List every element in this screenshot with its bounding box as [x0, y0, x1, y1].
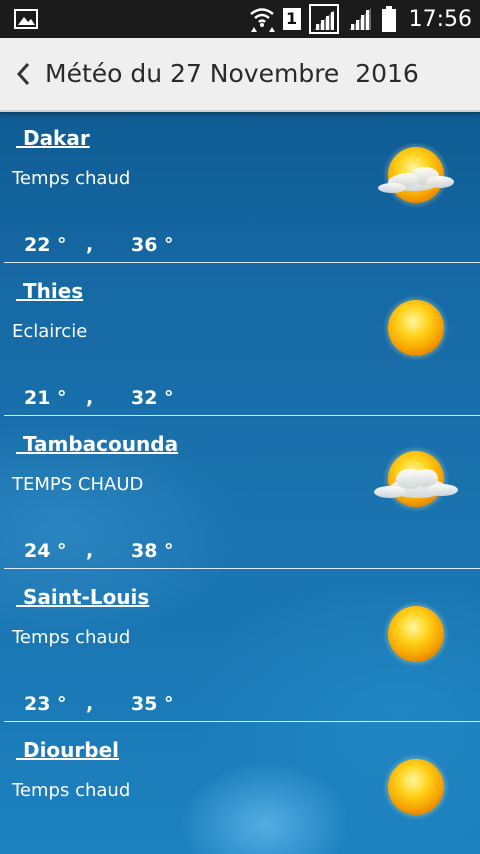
sun-icon	[383, 601, 449, 667]
temp-separator: ,	[86, 234, 94, 256]
weather-description: Temps chaud	[12, 627, 131, 648]
temp-min: 21 °	[24, 387, 67, 409]
temp-separator: ,	[86, 693, 94, 715]
picture-icon	[14, 9, 38, 29]
status-icons: 1 17:56	[249, 0, 472, 38]
sim-icon: 1	[282, 8, 301, 30]
temp-min: 24 °	[24, 540, 67, 562]
temp-min: 23 °	[24, 693, 67, 715]
list-item[interactable]: Saint-Louis Temps chaud 23 ° , 35 °	[0, 569, 480, 722]
status-time: 17:56	[408, 6, 472, 32]
city-name[interactable]: Diourbel	[16, 738, 119, 762]
forecast-list[interactable]: Dakar Temps chaud 22 ° , 36 ° Thies Ecla…	[0, 110, 480, 854]
back-button[interactable]	[8, 52, 38, 96]
sun-icon	[383, 295, 449, 361]
temp-max: 35 °	[131, 693, 174, 715]
list-item[interactable]: Thies Eclaircie 21 ° , 32 °	[0, 263, 480, 416]
action-bar: Météo du 27 Novembre 2016	[0, 38, 480, 112]
weather-description: Eclaircie	[12, 321, 88, 342]
sun-icon	[383, 754, 449, 820]
temperature-range: 22 ° , 36 °	[24, 234, 174, 256]
wifi-icon	[249, 8, 275, 32]
temperature-range: 23 ° , 35 °	[24, 693, 174, 715]
sun-cloud-icon	[378, 142, 454, 208]
city-name[interactable]: Saint-Louis	[16, 585, 149, 609]
temp-separator: ,	[86, 540, 94, 562]
temp-max: 36 °	[131, 234, 174, 256]
list-item[interactable]: Dakar Temps chaud 22 ° , 36 °	[0, 110, 480, 263]
temperature-range: 21 ° , 32 °	[24, 387, 174, 409]
signal-icon	[308, 4, 339, 34]
temp-max: 38 °	[131, 540, 174, 562]
screen: 1 17:56 Météo du 27 Novembre 2016 Dakar …	[0, 0, 480, 854]
list-item[interactable]: Tambacounda TEMPS CHAUD 24 ° , 38 °	[0, 416, 480, 569]
status-bar: 1 17:56	[0, 0, 480, 38]
weather-description: Temps chaud	[12, 780, 131, 801]
page-title: Météo du 27 Novembre 2016	[45, 59, 419, 88]
city-name[interactable]: Dakar	[16, 126, 90, 150]
temp-min: 22 °	[24, 234, 67, 256]
weather-description: TEMPS CHAUD	[12, 474, 144, 495]
city-name[interactable]: Tambacounda	[16, 432, 178, 456]
weather-description: Temps chaud	[12, 168, 131, 189]
temp-max: 32 °	[131, 387, 174, 409]
chevron-left-icon	[16, 62, 30, 86]
signal-icon	[348, 8, 371, 30]
battery-icon	[381, 6, 396, 32]
temperature-range: 24 ° , 38 °	[24, 540, 174, 562]
sun-cloud-icon	[374, 446, 458, 512]
list-item[interactable]: Diourbel Temps chaud	[0, 722, 480, 854]
city-name[interactable]: Thies	[16, 279, 83, 303]
temp-separator: ,	[86, 387, 94, 409]
